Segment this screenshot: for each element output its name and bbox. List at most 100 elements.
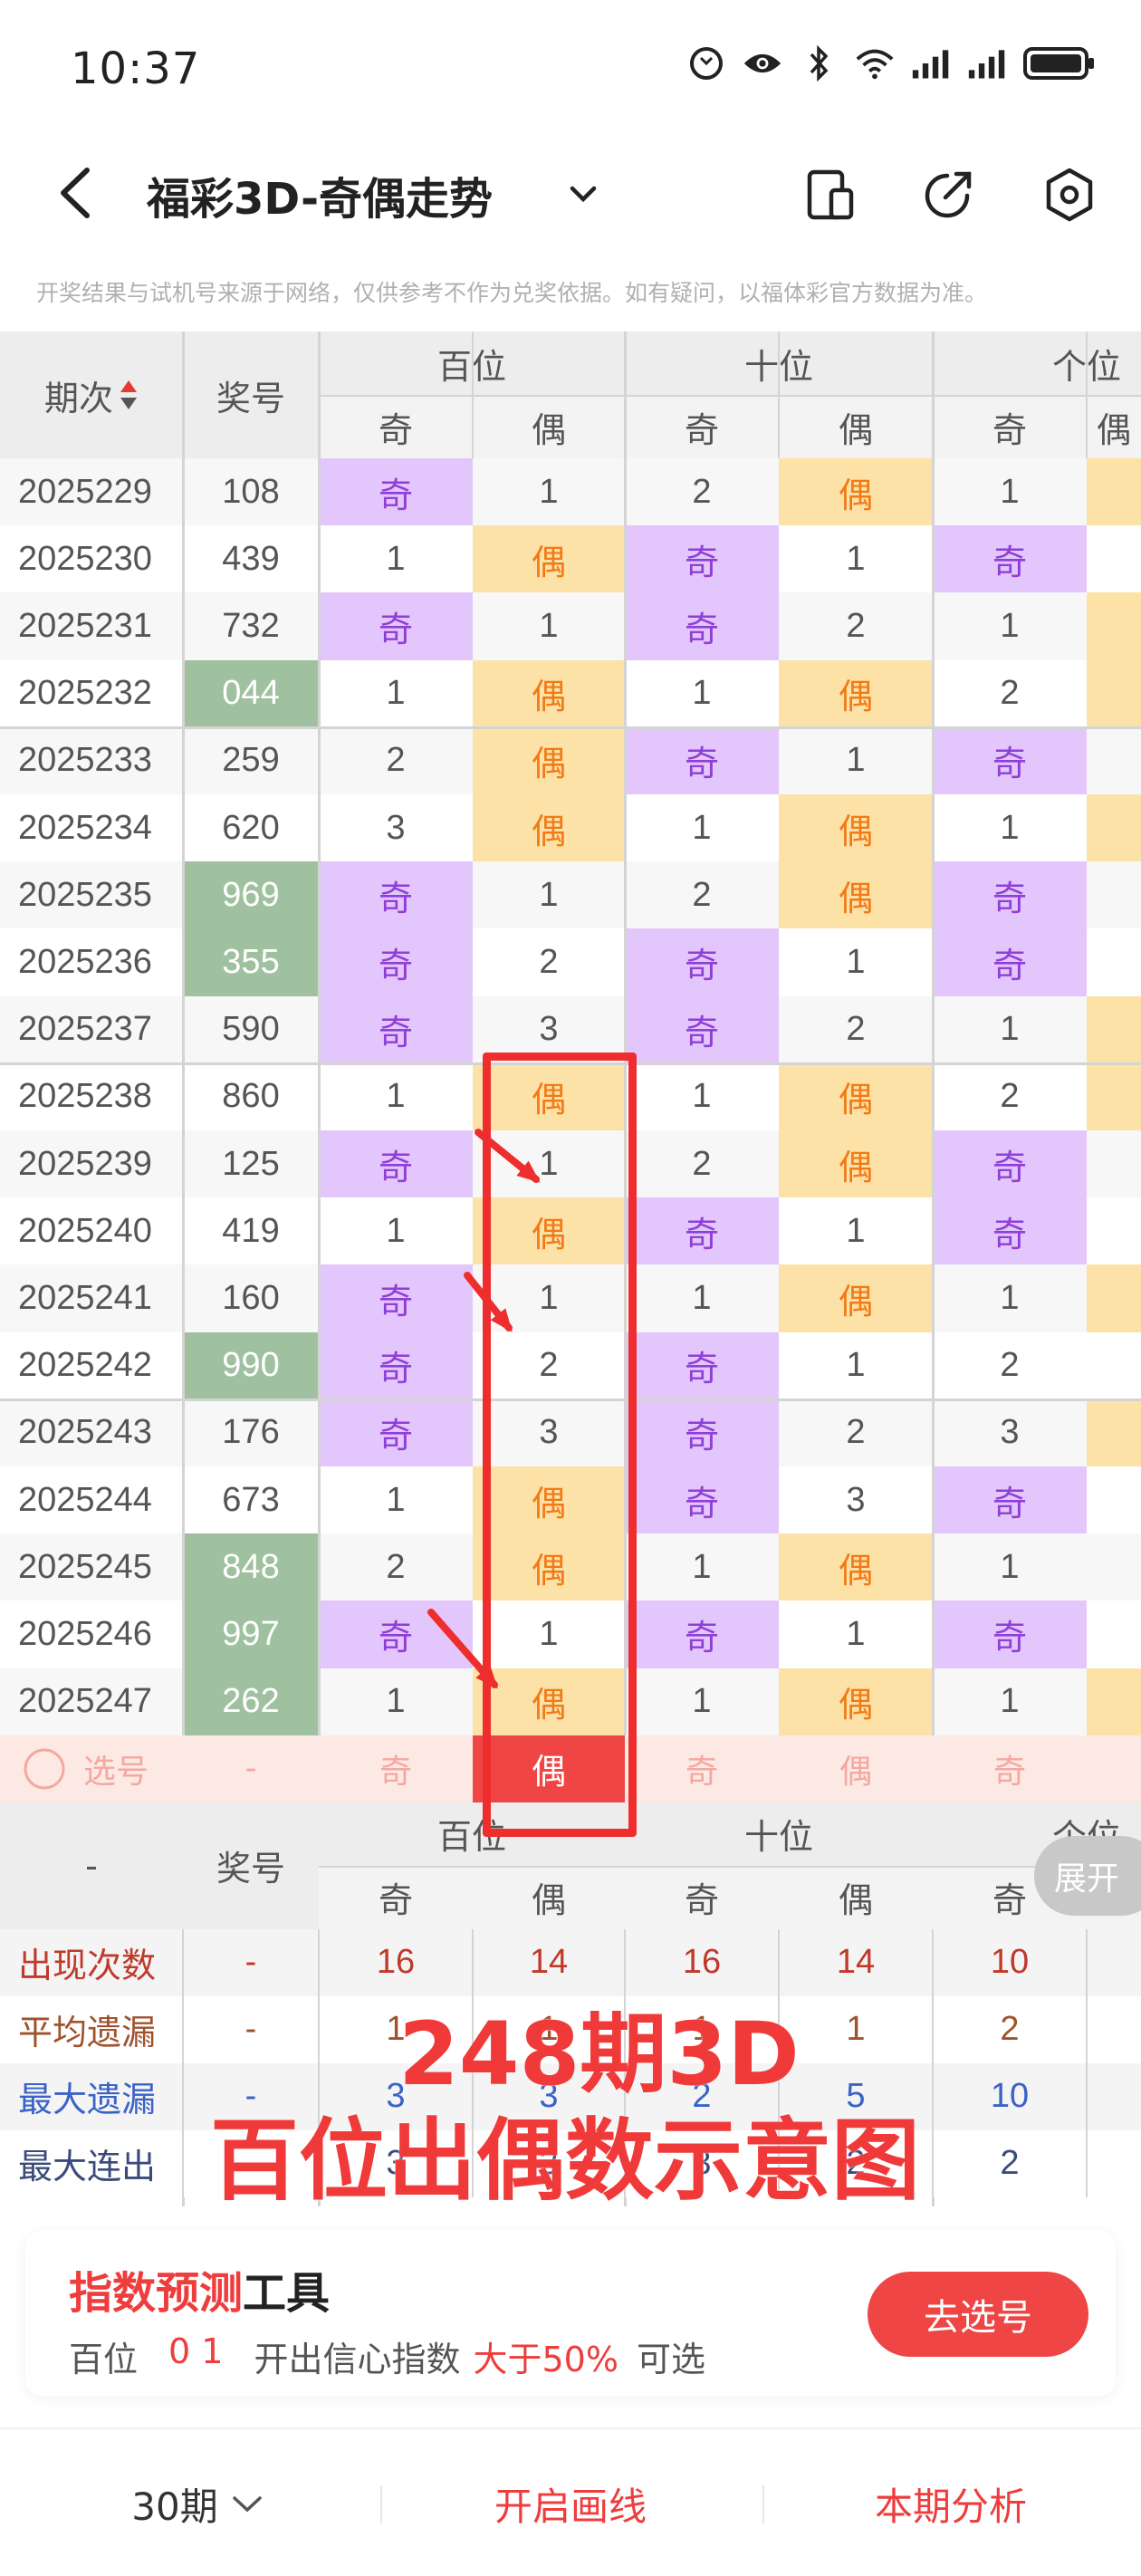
back-arrow-icon [61,168,90,218]
stats-value: 2 [1000,2010,1020,2049]
stats-prize: - [244,1943,257,1982]
period-cell: 2025232 [18,674,152,713]
bluetooth-icon [799,45,839,82]
select-toggle[interactable]: 偶 [779,1735,933,1802]
prize-cell: 125 [222,1144,280,1183]
prize-cell: 262 [183,1668,319,1735]
period-cell: 2025229 [18,472,152,511]
stats-prize: - [244,2010,257,2049]
omission-cell: 2 [846,1010,866,1049]
share-button[interactable] [916,163,980,226]
select-toggle[interactable]: 奇 [625,1735,779,1802]
signal-icon [911,45,951,82]
cell-cutoff [1087,1197,1141,1265]
prize-cell: 108 [222,472,280,511]
status-icons [686,45,1096,82]
index-prediction-card: 指数预测工具 百位 0 1 开出信心指数 大于50% 可选 去选号 [25,2230,1116,2397]
go-select-button[interactable]: 去选号 [868,2272,1088,2357]
draw-lines-button[interactable]: 开启画线 [417,2429,724,2576]
periods-dropdown[interactable]: 30期 [63,2429,335,2576]
odd-cell: 奇 [933,928,1087,996]
omission-cell: 2 [692,875,712,914]
select-toggle[interactable]: 奇 [933,1735,1087,1802]
omission-cell: 1 [539,1144,559,1183]
odd-cell: 奇 [625,928,779,996]
omission-cell: 1 [386,1682,406,1721]
title-dropdown[interactable] [563,178,603,210]
periods-label: 30期 [131,2484,218,2529]
even-cell: 偶 [473,794,625,862]
omission-cell: 1 [386,674,406,713]
even-cell: 偶 [779,1130,933,1198]
stats-value: 14 [836,1943,876,1982]
sub-header-odd: 奇 [933,395,1087,458]
back-button[interactable] [51,161,105,225]
stats-label: 出现次数 [18,1946,157,1986]
period-cell: 2025233 [18,741,152,780]
select-toggle-active[interactable]: 偶 [473,1735,625,1802]
omission-cell: 3 [386,808,406,847]
row-group-divider [0,1398,1141,1401]
odd-cell: 奇 [319,1130,473,1198]
even-cell: 偶 [779,458,933,526]
even-cell: 偶 [779,1062,933,1130]
cell-cutoff [1087,1062,1141,1130]
page-title[interactable]: 福彩3D-奇偶走势 [147,163,493,226]
cell-cutoff [1087,726,1141,794]
prize-cell: 160 [222,1278,280,1317]
even-cell: 偶 [473,1062,625,1130]
omission-cell: 2 [846,1413,866,1452]
omission-cell: 1 [846,1211,866,1250]
period-analysis-button[interactable]: 本期分析 [797,2429,1105,2576]
prize-cell: 732 [222,606,280,645]
footer-group-0: 百位 [319,1802,625,1866]
radio-circle-icon[interactable] [22,1746,67,1792]
omission-cell: 3 [539,1010,559,1049]
cell-cutoff [1087,1331,1141,1399]
omission-cell: 3 [1000,1413,1020,1452]
omission-cell: 1 [692,808,712,847]
select-toggle[interactable]: 奇 [319,1735,473,1802]
omission-cell: 1 [539,875,559,914]
odd-cell: 奇 [933,861,1087,929]
bottom-bar: 30期 开启画线 本期分析 [0,2427,1141,2576]
period-cell: 2025231 [18,606,152,645]
cell-cutoff [1087,1130,1141,1198]
odd-cell: 奇 [625,1399,779,1466]
sort-icon[interactable] [119,377,139,413]
odd-cell: 奇 [625,1600,779,1668]
odd-cell: 奇 [933,1466,1087,1534]
stats-label: 最大连出 [18,2147,157,2187]
omission-cell: 2 [539,1346,559,1385]
omission-cell: 2 [1000,1077,1020,1116]
prize-cell: 355 [183,928,319,996]
stats-column-divider [932,1928,934,2197]
omission-cell: 2 [846,606,866,645]
cell-cutoff [1087,1399,1141,1466]
period-cell: 2025235 [18,875,152,914]
select-cell[interactable]: 选号 [0,1735,183,1802]
expand-button[interactable]: 展开 [1034,1836,1141,1916]
prize-cell: 848 [183,1533,319,1601]
settings-button[interactable] [1038,163,1101,226]
period-cell: 2025238 [18,1077,152,1116]
cell-cutoff [1087,1600,1141,1668]
settings-hexagon-icon [1046,168,1093,222]
tool-title: 指数预测工具 [69,2257,330,2321]
period-cell: 2025230 [18,539,152,578]
odd-cell: 奇 [933,726,1087,794]
sub-header-even: 偶 [1087,395,1141,458]
trend-table[interactable]: 期次 奖号 百位 十位 个位奇偶奇偶奇偶 2025229 108 奇 1 2 偶 1 2025230 43… [0,332,1141,2206]
stats-value: 10 [990,2077,1030,2116]
even-cell: 偶 [779,1533,933,1601]
period-cell: 2025236 [18,942,152,981]
wifi-icon [855,45,895,82]
column-header-period[interactable]: 期次 [0,332,183,458]
cell-cutoff [1087,1264,1141,1332]
row-group-divider [0,1062,1141,1065]
omission-cell: 1 [692,674,712,713]
layout-button[interactable] [799,163,862,226]
period-cell: 2025237 [18,1010,152,1049]
data-saver-icon [686,45,726,82]
even-cell: 偶 [779,1668,933,1735]
